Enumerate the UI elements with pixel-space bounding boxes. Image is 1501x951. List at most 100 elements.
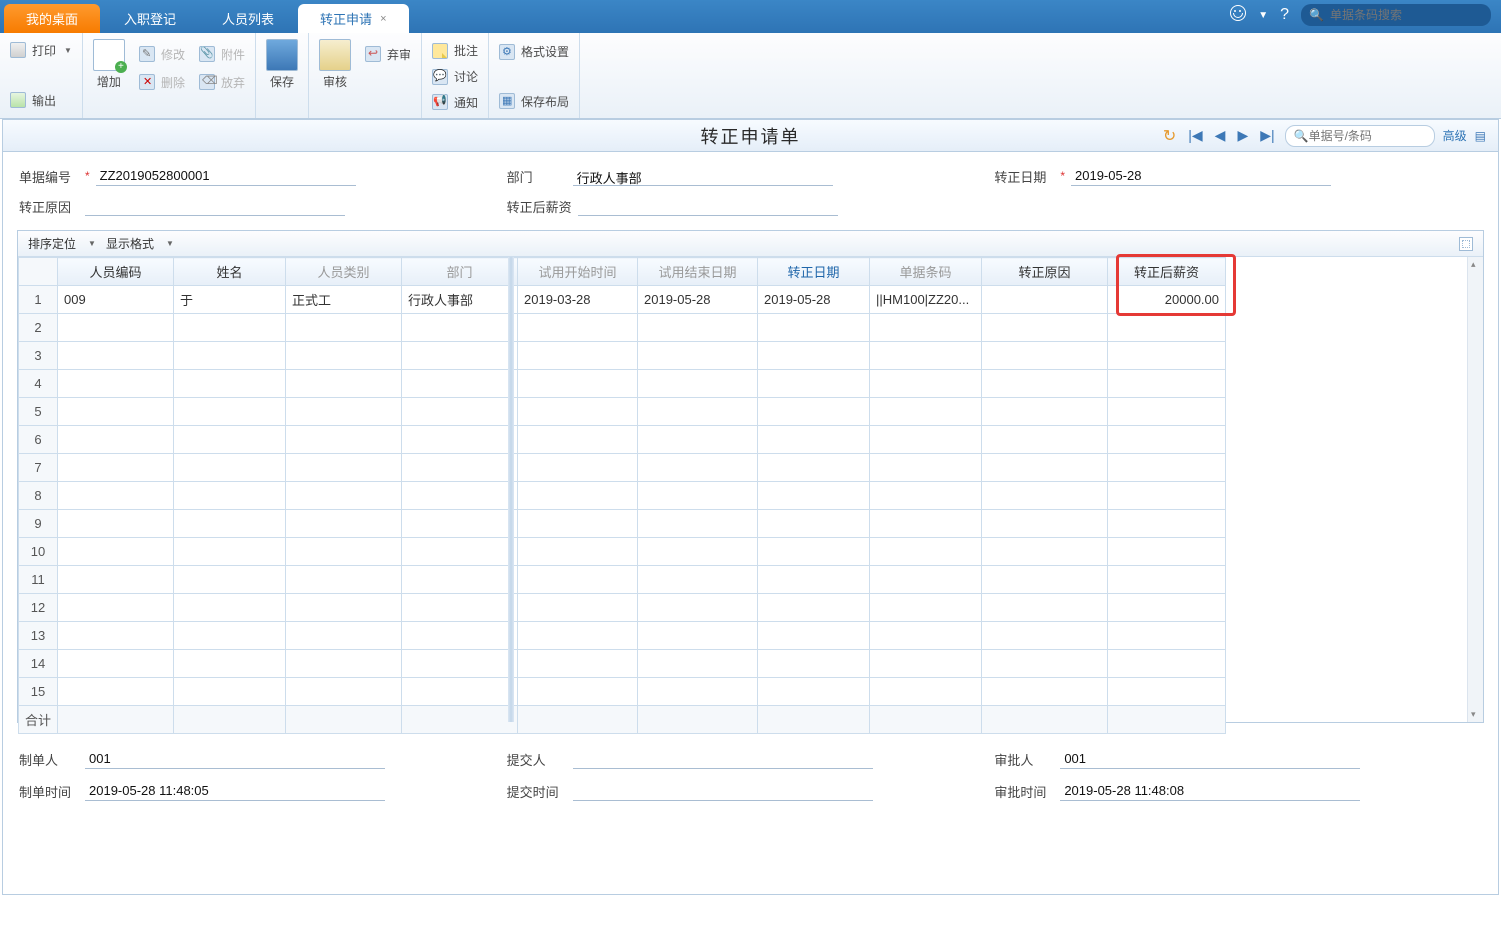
cell[interactable]: 10	[19, 538, 58, 566]
cell[interactable]	[518, 454, 638, 482]
cell[interactable]	[870, 538, 982, 566]
cell[interactable]	[870, 622, 982, 650]
cell[interactable]	[402, 426, 518, 454]
col-name[interactable]: 姓名	[174, 258, 286, 286]
cell[interactable]: 2019-03-28	[518, 286, 638, 314]
cell[interactable]	[1108, 622, 1226, 650]
cell[interactable]	[174, 342, 286, 370]
refresh-icon[interactable]: ↻	[1161, 126, 1178, 146]
cell[interactable]: 15	[19, 678, 58, 706]
cell[interactable]	[758, 622, 870, 650]
cell[interactable]	[58, 538, 174, 566]
cell[interactable]	[518, 314, 638, 342]
reason-value[interactable]	[85, 196, 345, 216]
cell[interactable]	[58, 566, 174, 594]
cell[interactable]	[638, 426, 758, 454]
chevron-down-icon[interactable]: ▼	[1258, 10, 1268, 21]
cell[interactable]	[174, 706, 286, 734]
cell[interactable]	[174, 650, 286, 678]
cell[interactable]	[286, 622, 402, 650]
cell[interactable]	[174, 398, 286, 426]
cell[interactable]	[286, 454, 402, 482]
cell[interactable]	[286, 314, 402, 342]
cell[interactable]: 于	[174, 286, 286, 314]
table-row[interactable]: 13	[19, 622, 1226, 650]
doc-search[interactable]: 🔍	[1285, 125, 1435, 147]
cell[interactable]: 4	[19, 370, 58, 398]
cell[interactable]: ||HM100|ZZ20...	[870, 286, 982, 314]
tab-regular[interactable]: 转正申请×	[298, 4, 408, 33]
cell[interactable]	[402, 454, 518, 482]
cell[interactable]	[402, 594, 518, 622]
cell[interactable]	[402, 370, 518, 398]
cell[interactable]	[758, 650, 870, 678]
cell[interactable]	[518, 650, 638, 678]
cell[interactable]	[982, 482, 1108, 510]
cell[interactable]	[518, 398, 638, 426]
table-row[interactable]: 5	[19, 398, 1226, 426]
dept-value[interactable]: 行政人事部	[573, 166, 833, 186]
cell[interactable]	[174, 482, 286, 510]
cell[interactable]	[982, 594, 1108, 622]
cell[interactable]: 7	[19, 454, 58, 482]
cell[interactable]	[638, 314, 758, 342]
cell[interactable]	[758, 566, 870, 594]
abandon-button[interactable]: 放弃	[199, 71, 245, 93]
tab-desktop[interactable]: 我的桌面	[4, 4, 100, 33]
cell[interactable]	[58, 622, 174, 650]
last-icon[interactable]: ▶|	[1258, 127, 1276, 144]
cell[interactable]	[982, 398, 1108, 426]
cell[interactable]	[982, 538, 1108, 566]
cell[interactable]	[758, 706, 870, 734]
cell[interactable]	[638, 482, 758, 510]
doc-search-input[interactable]	[1309, 129, 1419, 143]
cell[interactable]	[174, 314, 286, 342]
cell[interactable]	[1108, 482, 1226, 510]
cell[interactable]	[638, 342, 758, 370]
cell[interactable]	[58, 678, 174, 706]
col-rownum[interactable]	[19, 258, 58, 286]
cell[interactable]	[286, 650, 402, 678]
cell[interactable]	[58, 706, 174, 734]
cell[interactable]	[58, 510, 174, 538]
column-splitter[interactable]	[508, 257, 514, 722]
display-format-button[interactable]: 显示格式	[106, 235, 154, 252]
help-icon[interactable]: ?	[1280, 6, 1289, 24]
col-trial-start[interactable]: 试用开始时间	[518, 258, 638, 286]
cell[interactable]	[638, 706, 758, 734]
col-code[interactable]: 人员编码	[58, 258, 174, 286]
cell[interactable]	[870, 706, 982, 734]
cell[interactable]	[870, 314, 982, 342]
table-row[interactable]: 15	[19, 678, 1226, 706]
cell[interactable]	[982, 426, 1108, 454]
cell[interactable]	[870, 482, 982, 510]
cell[interactable]: 2	[19, 314, 58, 342]
cell[interactable]	[1108, 370, 1226, 398]
cell[interactable]	[518, 482, 638, 510]
cell[interactable]	[870, 398, 982, 426]
discard-audit-button[interactable]: 弃审	[365, 43, 411, 65]
prev-icon[interactable]: ◀	[1213, 127, 1228, 144]
cell[interactable]	[402, 510, 518, 538]
cell[interactable]	[982, 706, 1108, 734]
cell[interactable]	[402, 678, 518, 706]
cell[interactable]	[758, 426, 870, 454]
cell[interactable]	[174, 594, 286, 622]
cell[interactable]	[870, 426, 982, 454]
cell[interactable]	[758, 594, 870, 622]
top-search-input[interactable]	[1330, 8, 1470, 22]
cell[interactable]: 12	[19, 594, 58, 622]
cell[interactable]	[174, 678, 286, 706]
cell[interactable]	[58, 650, 174, 678]
cell[interactable]	[58, 370, 174, 398]
cell[interactable]	[174, 622, 286, 650]
cell[interactable]	[758, 538, 870, 566]
cell[interactable]	[1108, 706, 1226, 734]
cell[interactable]	[758, 482, 870, 510]
cell[interactable]	[1108, 538, 1226, 566]
cell[interactable]	[870, 342, 982, 370]
cell[interactable]	[402, 398, 518, 426]
cell[interactable]	[638, 538, 758, 566]
cell[interactable]	[982, 370, 1108, 398]
table-row[interactable]: 11	[19, 566, 1226, 594]
